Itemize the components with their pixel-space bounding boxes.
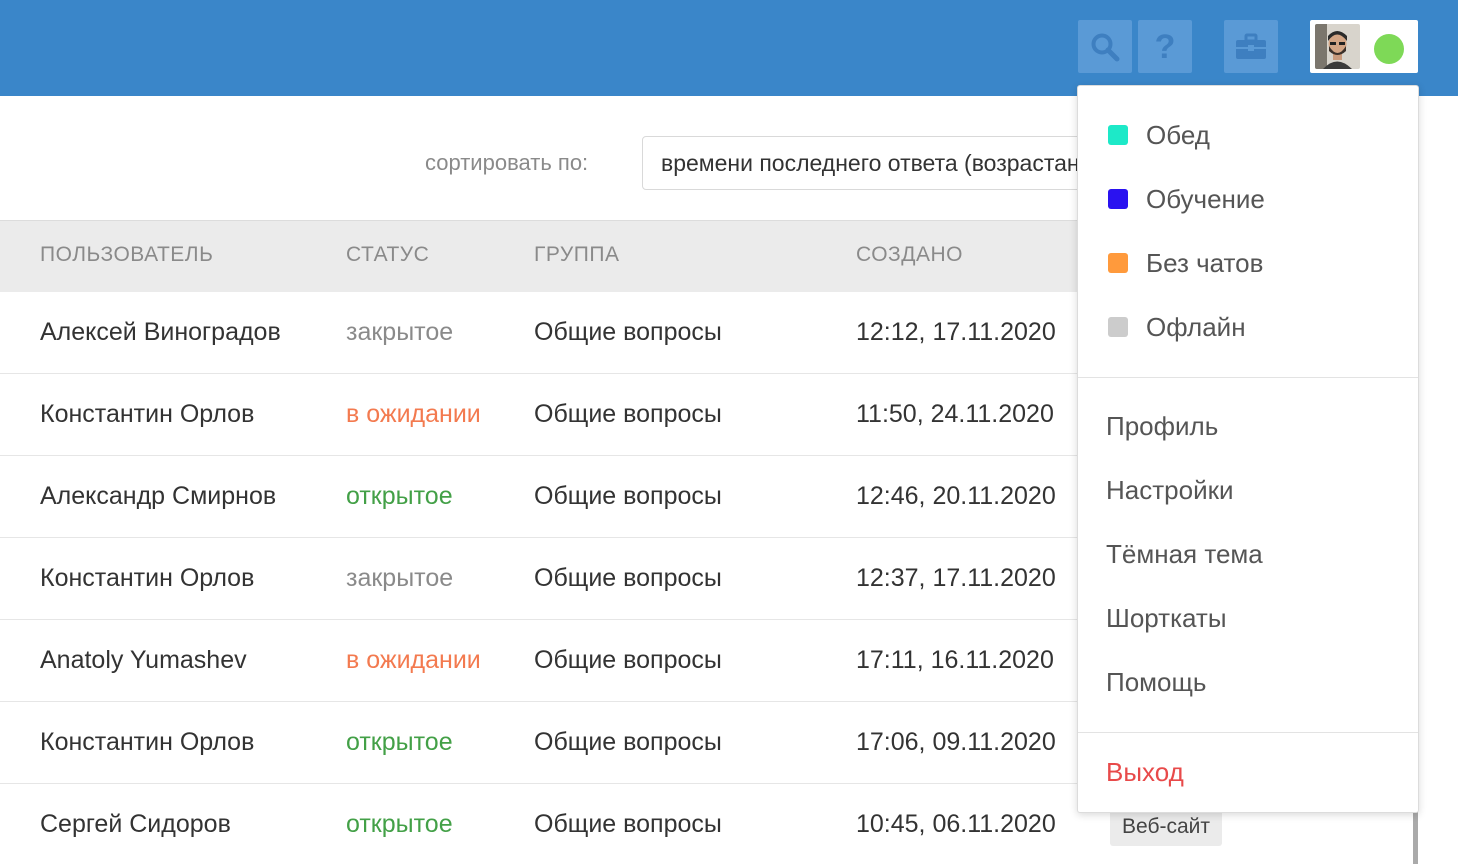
online-status-indicator — [1374, 34, 1404, 64]
cell-created: 10:45, 06.11.2020 — [856, 810, 1056, 838]
column-header-created[interactable]: СОЗДАНО — [856, 243, 963, 267]
cell-status: в ожидании — [346, 646, 481, 674]
cell-user: Anatoly Yumashev — [40, 646, 247, 674]
cell-group: Общие вопросы — [534, 400, 722, 428]
status-option-offline[interactable]: Офлайн — [1108, 307, 1246, 347]
table-row[interactable]: Константин Орлов в ожидании Общие вопросы 1… — [0, 374, 1100, 456]
cell-group: Общие вопросы — [534, 318, 722, 346]
status-color-training — [1108, 189, 1128, 209]
cell-group: Общие вопросы — [534, 482, 722, 510]
cell-created: 17:06, 09.11.2020 — [856, 728, 1056, 756]
cell-user: Сергей Сидоров — [40, 810, 231, 838]
cell-status: закрытое — [346, 318, 454, 346]
table-row[interactable]: Алексей Виноградов закрытое Общие вопросы 1… — [0, 292, 1100, 374]
menu-item-profile[interactable]: Профиль — [1106, 411, 1218, 442]
briefcase-button[interactable] — [1224, 20, 1278, 73]
table-row[interactable]: Константин Орлов закрытое Общие вопросы 12:… — [0, 538, 1100, 620]
cell-user: Александр Смирнов — [40, 482, 277, 510]
status-color-offline — [1108, 317, 1128, 337]
cell-group: Общие вопросы — [534, 810, 722, 838]
cell-created: 17:11, 16.11.2020 — [856, 646, 1054, 674]
table-row[interactable]: Александр Смирнов открытое Общие вопросы 12… — [0, 456, 1100, 538]
user-dropdown-menu: Обед Обучение Без чатов Офлайн Профиль Н… — [1077, 85, 1419, 813]
status-option-no-chats[interactable]: Без чатов — [1108, 243, 1263, 283]
top-bar: ? — [0, 0, 1458, 96]
cell-group: Общие вопросы — [534, 564, 722, 592]
cell-created: 12:37, 17.11.2020 — [856, 564, 1056, 592]
menu-item-logout[interactable]: Выход — [1106, 757, 1184, 788]
table-header: ПОЛЬЗОВАТЕЛЬ СТАТУС ГРУППА СОЗДАНО — [0, 220, 1100, 292]
cell-status: в ожидании — [346, 400, 481, 428]
menu-divider — [1078, 377, 1418, 378]
menu-item-help[interactable]: Помощь — [1106, 667, 1206, 698]
cell-user: Константин Орлов — [40, 728, 255, 756]
sort-label: сортировать по: — [425, 150, 589, 175]
avatar — [1315, 24, 1360, 69]
cell-user: Константин Орлов — [40, 564, 255, 592]
menu-item-dark-theme[interactable]: Тёмная тема — [1106, 539, 1263, 570]
sort-select-value: времени последнего ответа (возрастание) — [661, 150, 1102, 176]
cell-status: открытое — [346, 482, 453, 510]
status-color-lunch — [1108, 125, 1128, 145]
help-icon: ? — [1154, 27, 1176, 66]
status-color-no-chats — [1108, 253, 1128, 273]
help-button[interactable]: ? — [1138, 20, 1192, 73]
menu-item-shortcuts[interactable]: Шорткаты — [1106, 603, 1227, 634]
cell-created: 12:46, 20.11.2020 — [856, 482, 1056, 510]
table-body: Алексей Виноградов закрытое Общие вопросы 1… — [0, 292, 1222, 864]
table-row[interactable]: Anatoly Yumashev в ожидании Общие вопросы 1… — [0, 620, 1100, 702]
cell-user: Алексей Виноградов — [40, 318, 281, 346]
cell-group: Общие вопросы — [534, 646, 722, 674]
table-row[interactable]: Сергей Сидоров открытое Общие вопросы 10:45… — [0, 784, 1222, 864]
table-row[interactable]: Константин Орлов открытое Общие вопросы 17:… — [0, 702, 1100, 784]
column-header-status[interactable]: СТАТУС — [346, 243, 429, 267]
cell-group: Общие вопросы — [534, 728, 722, 756]
user-menu-button[interactable] — [1310, 20, 1418, 73]
status-option-lunch[interactable]: Обед — [1108, 115, 1210, 155]
briefcase-icon — [1236, 33, 1266, 59]
cell-user: Константин Орлов — [40, 400, 255, 428]
menu-divider — [1078, 732, 1418, 733]
status-option-training[interactable]: Обучение — [1108, 179, 1265, 219]
search-button[interactable] — [1078, 20, 1132, 73]
search-icon — [1091, 33, 1120, 61]
cell-created: 12:12, 17.11.2020 — [856, 318, 1056, 346]
channel-tag: Веб-сайт — [1110, 810, 1222, 846]
column-header-user[interactable]: ПОЛЬЗОВАТЕЛЬ — [40, 243, 213, 267]
cell-created: 11:50, 24.11.2020 — [856, 400, 1054, 428]
menu-item-settings[interactable]: Настройки — [1106, 475, 1234, 506]
cell-status: открытое — [346, 810, 453, 838]
cell-status: закрытое — [346, 564, 454, 592]
sort-select[interactable]: времени последнего ответа (возрастание) — [642, 136, 1102, 190]
column-header-group[interactable]: ГРУППА — [534, 243, 619, 267]
cell-status: открытое — [346, 728, 453, 756]
